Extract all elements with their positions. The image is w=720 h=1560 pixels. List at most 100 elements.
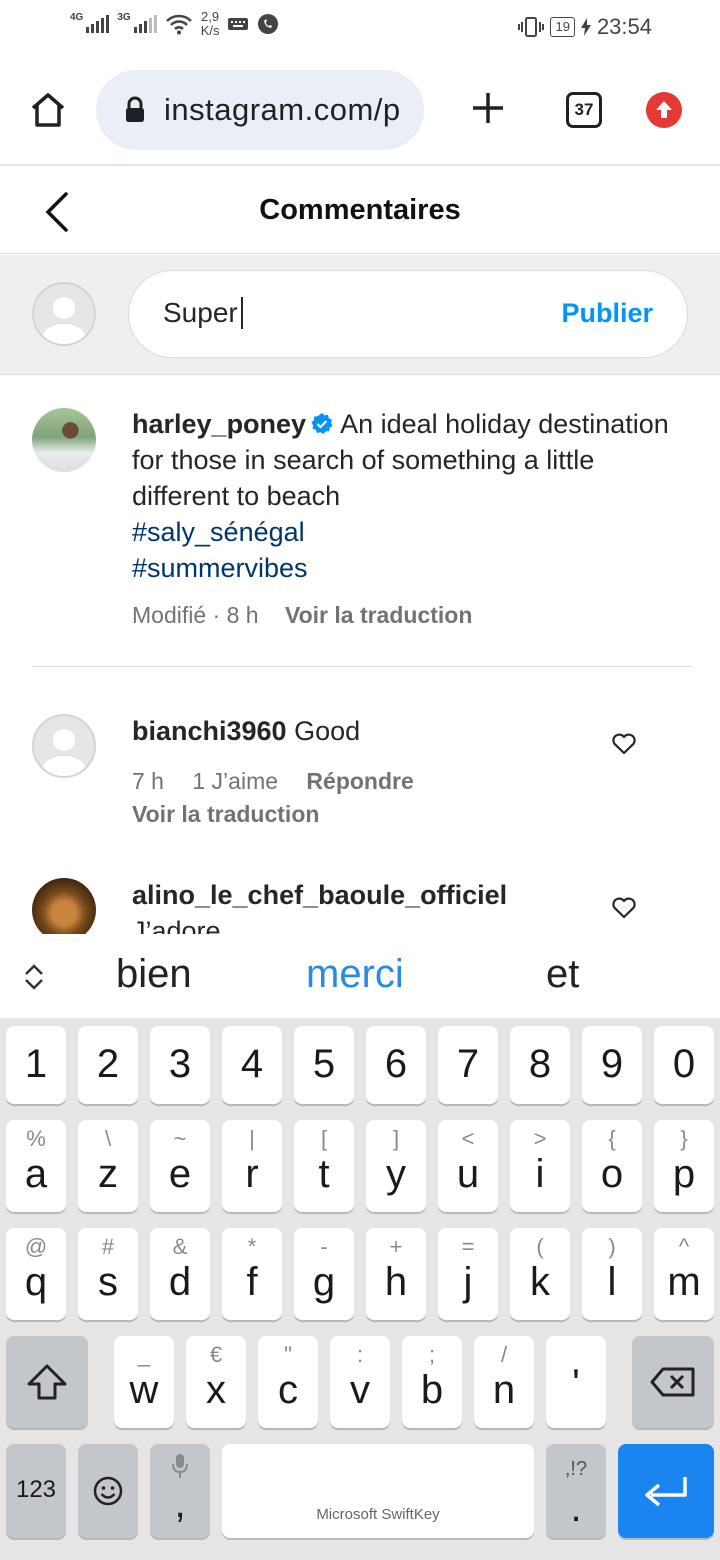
key-label: ' xyxy=(572,1362,580,1406)
numeric-mode-key[interactable]: 123 xyxy=(6,1444,66,1538)
commenter-avatar[interactable] xyxy=(32,878,96,934)
key-v[interactable]: :v xyxy=(330,1336,390,1428)
key-secondary-label: : xyxy=(356,1342,364,1367)
heart-icon[interactable] xyxy=(611,896,637,920)
key-m[interactable]: ^ m xyxy=(654,1228,714,1320)
key-secondary-label: ( xyxy=(536,1234,544,1259)
key-r[interactable]: | r xyxy=(222,1120,282,1212)
divider xyxy=(32,666,692,667)
key-g[interactable]: -g xyxy=(294,1228,354,1320)
reply-button[interactable]: Répondre xyxy=(306,768,413,794)
heart-icon[interactable] xyxy=(611,732,637,756)
home-icon[interactable] xyxy=(28,90,68,130)
caption-meta: Modifié · 8 h Voir la traduction xyxy=(132,602,472,629)
key-8[interactable]: 8 xyxy=(510,1026,570,1104)
address-bar[interactable]: instagram.com/p xyxy=(96,70,424,150)
key-j[interactable]: = j xyxy=(438,1228,498,1320)
tab-count-button[interactable]: 37 xyxy=(566,92,602,128)
update-button[interactable] xyxy=(646,92,682,128)
key-l[interactable]: ) l xyxy=(582,1228,642,1320)
key-7[interactable]: 7 xyxy=(438,1026,498,1104)
keyboard: 1 2 3 4 5 6 7 8 9 0 % a \ z ~ e | r [t ] y < u… xyxy=(0,1018,720,1560)
key-a[interactable]: % a xyxy=(6,1120,66,1212)
key-n[interactable]: / n xyxy=(474,1336,534,1428)
key-label: f xyxy=(246,1260,258,1304)
comment-input[interactable]: Super Publier xyxy=(128,270,688,358)
enter-key[interactable] xyxy=(618,1444,714,1538)
backspace-key[interactable] xyxy=(632,1336,714,1428)
key-p[interactable]: } p xyxy=(654,1120,714,1212)
key-y[interactable]: ] y xyxy=(366,1120,426,1212)
key-5[interactable]: 5 xyxy=(294,1026,354,1104)
key-1[interactable]: 1 xyxy=(6,1026,66,1104)
key-secondary-label: / xyxy=(500,1342,508,1367)
key-t[interactable]: [t xyxy=(294,1120,354,1212)
caption-body: harley_poney An ideal holiday destinatio… xyxy=(132,406,692,586)
comment-body: bianchi3960 Good xyxy=(132,716,360,747)
key-s[interactable]: # s xyxy=(78,1228,138,1320)
key-secondary-label: ~ xyxy=(173,1126,187,1151)
key-secondary-label: ; xyxy=(428,1342,436,1367)
key-secondary-label: < xyxy=(461,1126,475,1151)
key-label: s xyxy=(98,1260,118,1304)
key-label: o xyxy=(600,1152,624,1196)
key-0[interactable]: 0 xyxy=(654,1026,714,1104)
comment-item: bianchi3960 Good 7 h 1 J’aime Répondre V… xyxy=(0,668,720,868)
key-h[interactable]: + h xyxy=(366,1228,426,1320)
key-label: c xyxy=(278,1368,298,1412)
hashtag-link[interactable]: #summervibes xyxy=(132,550,692,586)
key-b[interactable]: ; b xyxy=(402,1336,462,1428)
comment-username[interactable]: alino_le_chef_baoule_officiel xyxy=(132,880,507,910)
key-w[interactable]: _ w xyxy=(114,1336,174,1428)
key-2[interactable]: 2 xyxy=(78,1026,138,1104)
key-f[interactable]: * f xyxy=(222,1228,282,1320)
key-secondary-label: = xyxy=(461,1234,475,1259)
key-secondary-label: € xyxy=(209,1342,223,1367)
comma-key[interactable]: , xyxy=(150,1444,210,1538)
see-translation-link[interactable]: Voir la traduction xyxy=(132,801,319,828)
expand-toolbar-icon[interactable] xyxy=(22,962,46,992)
key-k[interactable]: (k xyxy=(510,1228,570,1320)
key-label: e xyxy=(168,1152,192,1196)
emoji-key[interactable] xyxy=(78,1444,138,1538)
key-i[interactable]: > i xyxy=(510,1120,570,1212)
key-c[interactable]: " c xyxy=(258,1336,318,1428)
see-translation-link[interactable]: Voir la traduction xyxy=(285,602,472,628)
suggestion-word[interactable]: et xyxy=(546,952,579,997)
key-secondary-label: ^ xyxy=(678,1234,690,1259)
key-secondary-label: & xyxy=(172,1234,188,1259)
comment-username[interactable]: bianchi3960 xyxy=(132,716,287,746)
key-9[interactable]: 9 xyxy=(582,1026,642,1104)
new-tab-icon[interactable] xyxy=(470,90,506,126)
key-label: w xyxy=(129,1368,159,1412)
key-e[interactable]: ~ e xyxy=(150,1120,210,1212)
suggestion-word[interactable]: bien xyxy=(116,952,192,997)
comment-likes[interactable]: 1 J’aime xyxy=(192,768,278,794)
key-o[interactable]: {o xyxy=(582,1120,642,1212)
shift-key[interactable] xyxy=(6,1336,88,1428)
key-q[interactable]: @ q xyxy=(6,1228,66,1320)
keyboard-brand: Microsoft SwiftKey xyxy=(316,1506,440,1523)
key-apostrophe[interactable]: ' xyxy=(546,1336,606,1428)
key-z[interactable]: \ z xyxy=(78,1120,138,1212)
key-6[interactable]: 6 xyxy=(366,1026,426,1104)
key-label: . xyxy=(570,1486,582,1530)
key-x[interactable]: € x xyxy=(186,1336,246,1428)
suggestion-word[interactable]: merci xyxy=(306,952,404,997)
comment-composer: Super Publier xyxy=(0,255,720,375)
publish-button[interactable]: Publier xyxy=(561,298,653,329)
hashtag-link[interactable]: #saly_sénégal xyxy=(132,514,692,550)
suggestion-strip: bien merci et xyxy=(0,934,720,1018)
comment-text: Good xyxy=(294,716,361,746)
author-avatar[interactable] xyxy=(32,408,96,472)
key-secondary-label: # xyxy=(101,1234,115,1259)
key-d[interactable]: & d xyxy=(150,1228,210,1320)
space-key[interactable]: Microsoft SwiftKey xyxy=(222,1444,534,1538)
commenter-avatar[interactable] xyxy=(32,714,96,778)
key-label: 8 xyxy=(528,1042,552,1086)
period-key[interactable]: ,!? . xyxy=(546,1444,606,1538)
key-u[interactable]: < u xyxy=(438,1120,498,1212)
caption-username[interactable]: harley_poney xyxy=(132,409,306,439)
key-3[interactable]: 3 xyxy=(150,1026,210,1104)
key-4[interactable]: 4 xyxy=(222,1026,282,1104)
